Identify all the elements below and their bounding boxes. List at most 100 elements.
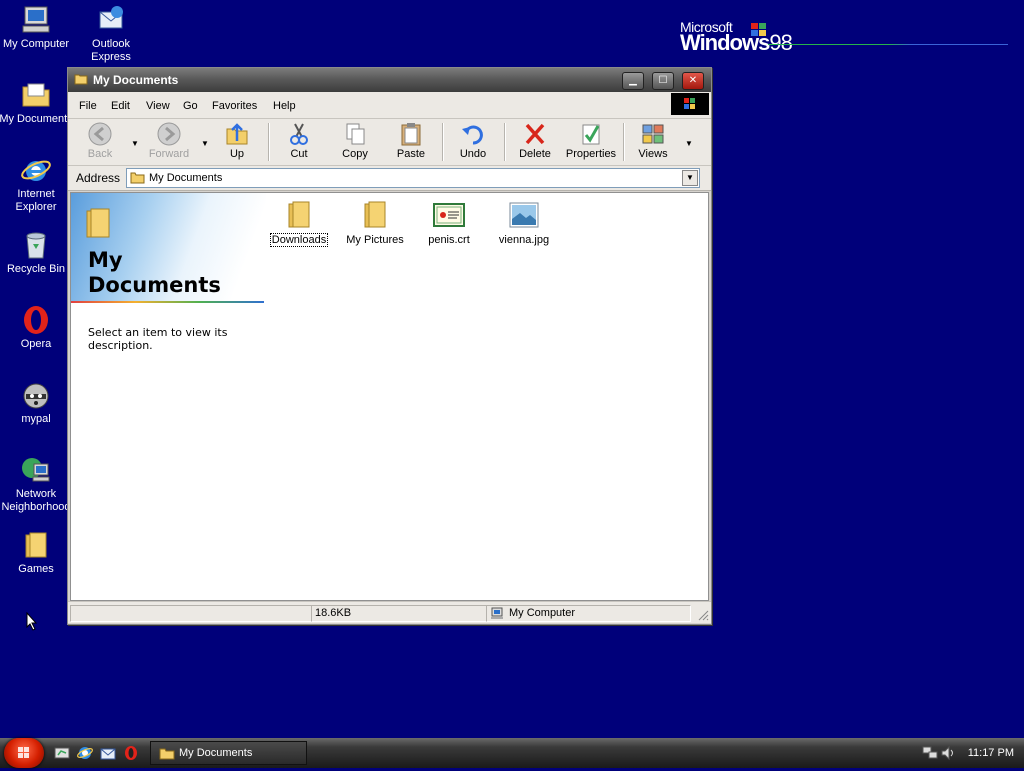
- file-name: My Pictures: [346, 234, 404, 246]
- delete-button[interactable]: Delete: [507, 122, 563, 160]
- file-item-penis-crt[interactable]: penis.crt: [411, 199, 487, 246]
- desktop-icon-label: Network: [15, 488, 57, 500]
- taskbar-clock[interactable]: 11:17 PM: [968, 747, 1014, 759]
- outlook-express-icon[interactable]: [100, 745, 116, 761]
- forward-dropdown-icon[interactable]: ▼: [201, 139, 209, 148]
- folder-icon: [288, 201, 310, 228]
- menu-help[interactable]: Help: [273, 100, 296, 112]
- explorer-window[interactable]: My Documents ▁ ☐ ✕ File Edit View Go Fav…: [67, 67, 712, 625]
- desktop-icon-internet-explorer[interactable]: Internet Explorer: [0, 154, 74, 214]
- panel-title-line2: Documents: [88, 273, 221, 297]
- maximize-button[interactable]: ☐: [652, 72, 674, 90]
- desktop-icon-label: My Computer: [2, 38, 70, 50]
- views-label: Views: [638, 148, 668, 160]
- copy-button[interactable]: Copy: [327, 122, 383, 160]
- windows-logo-throbber: [671, 93, 709, 115]
- system-tray: 11:17 PM: [922, 738, 1024, 768]
- opera-icon: [24, 306, 48, 334]
- undo-button[interactable]: Undo: [445, 122, 501, 160]
- outlook-express-icon: [99, 6, 123, 29]
- menu-view[interactable]: View: [146, 100, 170, 112]
- up-label: Up: [229, 148, 245, 160]
- desktop-icon-my-computer[interactable]: My Computer: [0, 4, 74, 51]
- internet-explorer-icon: [21, 160, 51, 181]
- file-item-my-pictures[interactable]: My Pictures: [337, 199, 413, 246]
- paste-label: Paste: [396, 148, 426, 160]
- desktop-icon-opera[interactable]: Opera: [0, 304, 74, 351]
- recycle-bin-icon: [26, 232, 46, 259]
- windows-flag-icon: [684, 98, 695, 109]
- folder-icon: [86, 208, 110, 238]
- up-button[interactable]: Up: [209, 122, 265, 160]
- views-button[interactable]: Views: [625, 122, 681, 160]
- folder-documents-icon: [22, 83, 50, 107]
- delete-x-icon: [525, 123, 545, 145]
- resize-grip-icon[interactable]: [697, 609, 709, 621]
- taskbar-button-my-documents[interactable]: My Documents: [150, 741, 307, 765]
- certificate-icon: [433, 203, 465, 227]
- minimize-button[interactable]: ▁: [622, 72, 644, 90]
- clipboard-icon: [401, 123, 421, 146]
- file-view[interactable]: My Documents Select an item to view its …: [70, 192, 709, 601]
- panel-title: My Documents: [88, 248, 221, 298]
- windows-flag-icon: [751, 23, 766, 36]
- file-item-vienna-jpg[interactable]: vienna.jpg: [486, 199, 562, 246]
- back-dropdown-icon[interactable]: ▼: [131, 139, 139, 148]
- windows-brand-logo: Microsoft Windows98: [680, 20, 793, 54]
- paste-button[interactable]: Paste: [383, 122, 439, 160]
- properties-button[interactable]: Properties: [563, 122, 619, 160]
- desktop-icon-label: Explorer: [15, 201, 57, 213]
- views-dropdown-icon[interactable]: ▼: [685, 139, 693, 148]
- toolbar-separator: [504, 123, 506, 161]
- internet-explorer-icon[interactable]: [77, 745, 93, 761]
- network-tray-icon[interactable]: [922, 745, 938, 761]
- desktop-icon-mypal[interactable]: mypal: [0, 379, 74, 426]
- desktop-icon-label: Opera: [20, 338, 52, 350]
- forward-arrow-icon: [157, 122, 181, 146]
- file-name: vienna.jpg: [498, 234, 550, 246]
- title-bar[interactable]: My Documents ▁ ☐ ✕: [68, 68, 711, 92]
- properties-icon: [582, 124, 600, 145]
- web-view-panel: My Documents Select an item to view its …: [71, 193, 266, 600]
- address-bar: Address My Documents ▼: [68, 166, 711, 191]
- address-dropdown-button[interactable]: ▼: [682, 170, 698, 186]
- show-desktop-icon[interactable]: [54, 745, 70, 761]
- menu-bar: File Edit View Go Favorites Help: [68, 92, 711, 119]
- undo-icon: [462, 125, 483, 145]
- back-label: Back: [87, 148, 113, 160]
- folder-icon: [159, 748, 175, 760]
- taskbar-button-label: My Documents: [179, 747, 253, 759]
- start-button[interactable]: [4, 738, 44, 768]
- brand-underline: [768, 44, 1008, 45]
- back-button[interactable]: Back: [72, 122, 128, 160]
- desktop-icon-my-documents[interactable]: My Documents: [0, 79, 74, 126]
- cut-button[interactable]: Cut: [271, 122, 327, 160]
- desktop-icon-games[interactable]: Games: [0, 529, 74, 576]
- menu-file[interactable]: File: [79, 100, 97, 112]
- close-button[interactable]: ✕: [682, 72, 704, 90]
- image-icon: [509, 202, 539, 228]
- desktop-icon-label: Outlook: [92, 38, 130, 50]
- file-item-downloads[interactable]: Downloads: [261, 199, 337, 247]
- computer-icon: [491, 607, 503, 619]
- desktop-icon-label: mypal: [21, 413, 51, 425]
- back-arrow-icon: [88, 122, 112, 146]
- address-input[interactable]: My Documents ▼: [126, 168, 700, 188]
- desktop-icon-outlook-express[interactable]: Outlook Express: [73, 4, 149, 64]
- windows-flag-icon: [18, 747, 29, 758]
- desktop-icon-label: Games: [18, 563, 54, 575]
- taskbar: My Documents 11:17 PM: [0, 738, 1024, 768]
- forward-button[interactable]: Forward: [141, 122, 197, 160]
- menu-favorites[interactable]: Favorites: [212, 100, 257, 112]
- address-label: Address: [76, 171, 121, 185]
- opera-icon[interactable]: [123, 745, 139, 761]
- folder-icon: [74, 74, 88, 85]
- volume-tray-icon[interactable]: [940, 745, 956, 761]
- desktop-icon-recycle-bin[interactable]: Recycle Bin: [0, 229, 74, 276]
- menu-edit[interactable]: Edit: [111, 100, 130, 112]
- toolbar-separator: [442, 123, 444, 161]
- menu-go[interactable]: Go: [183, 100, 198, 112]
- computer-icon: [22, 6, 50, 33]
- desktop-icon-network-neighborhood[interactable]: Network Neighborhood: [0, 454, 74, 514]
- status-bar: 18.6KB My Computer: [68, 601, 711, 623]
